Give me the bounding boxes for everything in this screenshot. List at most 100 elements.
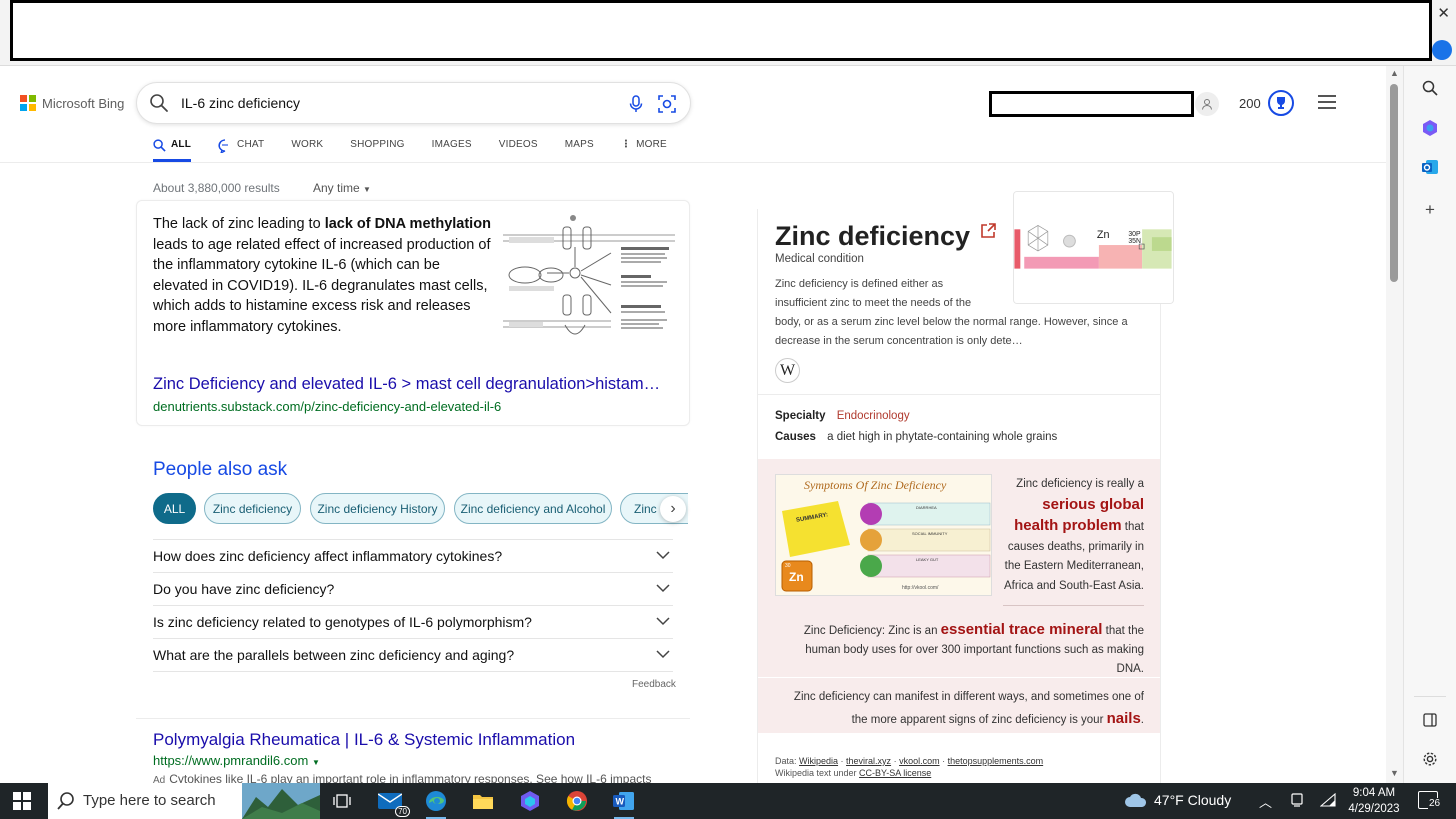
bing-logo[interactable]: Microsoft Bing [20,95,124,111]
tab-more[interactable]: ⋮ MORE [621,137,667,162]
infographic-title: Symptoms Of Zinc Deficiency [804,478,947,492]
source-link[interactable]: theviral.xyz [846,756,891,766]
kp-highlights: Symptoms Of Zinc Deficiency SUMMARY: 30 … [758,459,1160,733]
copilot-icon [521,791,539,811]
rewards-points[interactable]: 200 [1239,96,1261,111]
taskbar-weather-widget[interactable]: 47°F Cloudy [1124,792,1231,808]
chip-label: Zinc deficiency and Alcohol [460,501,606,516]
taskbar-clock[interactable]: 9:04 AM 4/29/2023 [1348,785,1400,817]
edge-profile-icon[interactable] [1432,40,1452,60]
sidebar-copilot-button[interactable] [1418,116,1442,140]
visual-search-icon[interactable] [657,94,677,114]
paa-question[interactable]: Do you have zinc deficiency? [153,572,673,605]
tab-label: MAPS [564,139,594,150]
sidebar-add-button[interactable]: + [1418,198,1442,222]
search-box[interactable]: IL-6 zinc deficiency [136,82,691,124]
scroll-down-arrow-icon[interactable]: ▼ [1390,768,1399,778]
scroll-up-arrow-icon[interactable]: ▲ [1390,68,1399,78]
answer-source-url[interactable]: denutrients.substack.com/p/zinc-deficien… [153,399,501,414]
taskbar-edge-app[interactable] [422,787,450,819]
answer-text-bold: lack of DNA methylation [324,216,491,232]
outlook-icon [1422,160,1438,174]
taskbar-chrome-app[interactable] [563,787,591,815]
rewards-trophy-icon[interactable] [1268,90,1294,116]
zinc-symptoms-infographic[interactable]: Symptoms Of Zinc Deficiency SUMMARY: 30 … [775,474,992,596]
paa-chip[interactable]: Zinc deficiency History [310,493,445,524]
zinc-periodic-table-image[interactable]: Zn 30P 35N [1013,191,1174,304]
task-view-button[interactable] [328,787,356,815]
tab-shopping[interactable]: SHOPPING [350,137,404,162]
tab-all[interactable]: ALL [153,137,192,162]
sidebar-search-button[interactable] [1418,76,1442,100]
answer-text-part: leads to age related effect of increased… [153,236,491,335]
kp-callout-divider [1003,605,1144,606]
share-icon[interactable] [979,222,997,240]
tab-videos[interactable]: VIDEOS [499,137,538,162]
paa-chip[interactable]: Zinc deficiency [204,493,301,524]
license-link[interactable]: CC-BY-SA license [859,768,931,778]
wikipedia-icon[interactable]: W [775,358,800,383]
tab-work[interactable]: WORK [291,137,323,162]
taskbar-copilot-app[interactable] [516,787,544,815]
taskbar-word-app[interactable]: W [610,787,638,819]
time-filter-dropdown[interactable]: Any time ▼ [313,181,371,195]
callout-emphasis: nails [1106,710,1141,727]
paa-chip[interactable]: Zinc deficiency and Alcohol [454,493,612,524]
browser-toolbar: ✕ [0,0,1456,66]
result-url[interactable]: https://www.pmrandil6.com ▼ [153,753,320,768]
taskbar-file-explorer[interactable] [469,787,497,815]
tray-chevron-up-icon[interactable]: ︿ [1259,792,1272,811]
user-avatar-icon[interactable] [1195,92,1219,116]
taskbar-mail-app[interactable]: 70 [376,787,410,817]
kp-sources: Data: Wikipedia · theviral.xyz · vkool.c… [775,756,1044,778]
search-icon[interactable] [149,93,169,113]
hamburger-menu-icon[interactable] [1318,95,1336,109]
result-title-link[interactable]: Polymyalgia Rheumatica | IL-6 & Systemic… [153,730,575,750]
taskbar-search-placeholder[interactable]: Type here to search [83,792,216,809]
tab-chat[interactable]: CHAT [218,137,264,162]
tab-label: MORE [636,139,667,150]
paa-divider [153,671,673,672]
logo-text: Microsoft Bing [42,95,125,111]
paa-question[interactable]: How does zinc deficiency affect inflamma… [153,539,673,572]
tab-images[interactable]: IMAGES [432,137,472,162]
zinc-pathway-diagram[interactable] [503,213,675,341]
infographic-row-label: DIARRHEA [916,505,937,510]
tab-label: CHAT [237,139,265,150]
tray-network-icon[interactable] [1319,792,1336,810]
page-scrollbar[interactable]: ▲ ▼ [1386,66,1403,783]
microsoft-logo-icon [20,95,36,111]
chip-scroll-right-button[interactable]: › [660,496,686,522]
paa-question[interactable]: Is zinc deficiency related to genotypes … [153,605,673,638]
chevron-down-icon [656,617,670,626]
sidebar-settings-button[interactable] [1418,747,1442,771]
tray-device-icon[interactable] [1290,793,1304,810]
answer-source-link[interactable]: Zinc Deficiency and elevated IL-6 > mast… [153,375,660,394]
window-close-button[interactable]: ✕ [1437,4,1450,22]
paa-question[interactable]: What are the parallels between zinc defi… [153,638,673,671]
taskbar-search-box[interactable]: Type here to search [48,783,320,819]
people-also-ask-heading: People also ask [153,459,288,480]
kp-callout-2: Zinc Deficiency: Zinc is an essential tr… [775,620,1144,679]
source-link[interactable]: vkool.com [899,756,940,766]
fact-value-link[interactable]: Endocrinology [837,410,910,422]
chip-label: Zinc deficiency History [317,501,438,516]
feedback-link[interactable]: Feedback [632,679,676,690]
word-icon: W [613,792,634,810]
wiki-glyph: W [779,361,796,379]
nav-divider [0,162,1386,163]
tab-maps[interactable]: MAPS [565,137,594,162]
sidebar-outlook-button[interactable] [1418,155,1442,179]
source-link[interactable]: Wikipedia [799,756,838,766]
source-link[interactable]: thetopsupplements.com [948,756,1044,766]
search-input[interactable]: IL-6 zinc deficiency [181,95,300,111]
paa-chip-all[interactable]: ALL [153,493,196,524]
kp-callout-1: Zinc deficiency is really a serious glob… [1004,475,1144,596]
callout-text: . [1140,714,1144,726]
microphone-icon[interactable] [627,95,645,113]
notification-count: 26 [1428,798,1442,809]
sidebar-panel-toggle[interactable] [1418,708,1442,732]
license-prefix: Wikipedia text under [775,768,860,778]
scrollbar-thumb[interactable] [1390,84,1398,282]
windows-start-icon[interactable] [13,792,31,810]
